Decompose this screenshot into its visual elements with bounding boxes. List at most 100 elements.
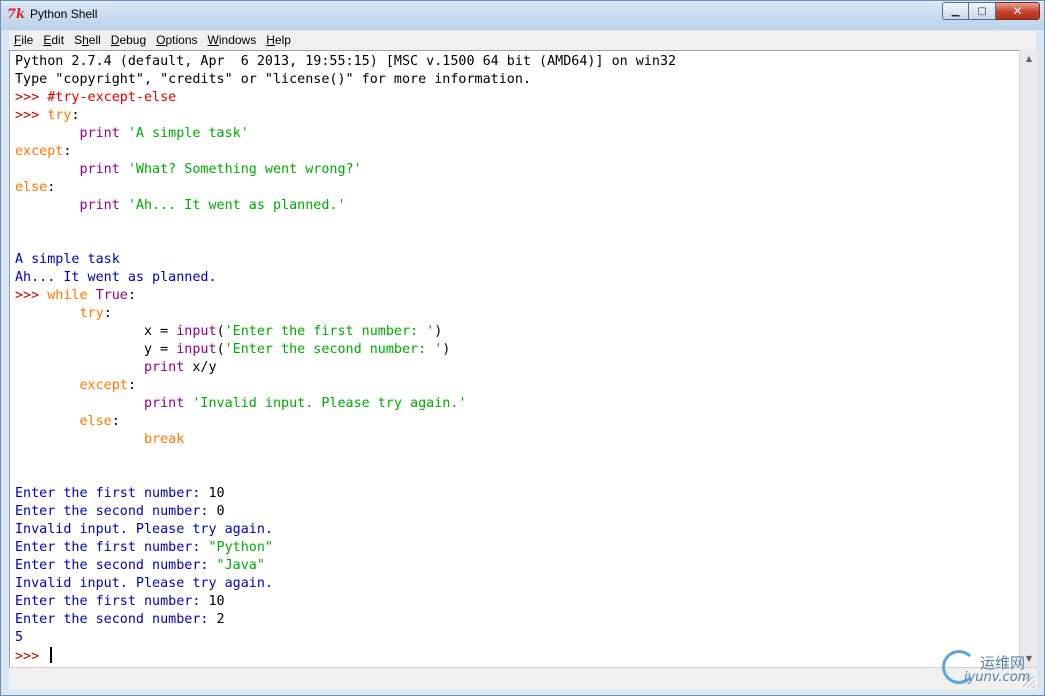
shell-line: Enter the second number: 0	[15, 503, 676, 521]
shell-line: A simple task	[15, 251, 676, 269]
close-button[interactable]: ✕	[996, 2, 1040, 20]
shell-token: 'A simple task'	[127, 126, 249, 141]
minimize-icon: ▁	[951, 5, 960, 17]
shell-token: A simple task	[15, 252, 120, 267]
shell-token: else	[79, 414, 112, 429]
shell-token	[15, 396, 144, 411]
menu-item-label-part: S	[74, 33, 83, 47]
shell-token	[88, 288, 96, 303]
watermark-en-text: iyunv.com	[964, 670, 1031, 685]
minimize-button[interactable]: ▁	[942, 2, 969, 20]
shell-token: 0	[216, 504, 225, 519]
shell-token: print	[79, 162, 120, 177]
shell-token	[15, 378, 80, 393]
shell-token: Enter the second number:	[15, 504, 217, 519]
window-title: Python Shell	[30, 7, 98, 21]
shell-token: :	[127, 288, 136, 303]
shell-token: "Python"	[208, 540, 273, 555]
shell-line: print 'Ah... It went as planned.'	[15, 197, 676, 215]
title-bar[interactable]: 7k Python Shell ▁ ▢ ✕	[1, 1, 1044, 30]
shell-token	[15, 432, 144, 447]
maximize-button[interactable]: ▢	[969, 2, 996, 20]
menu-item-accel: W	[207, 33, 219, 47]
shell-line: Ah... It went as planned.	[15, 269, 676, 287]
shell-line: 5	[15, 629, 676, 647]
menu-item-label-part: ptions	[165, 33, 198, 47]
shell-token: >>>	[15, 90, 48, 105]
shell-token: Enter the second number:	[15, 612, 217, 627]
shell-line: Enter the first number: 10	[15, 485, 676, 503]
menu-item-accel: H	[266, 33, 275, 47]
shell-line: Enter the second number: "Java"	[15, 557, 676, 575]
menu-item[interactable]: Help	[261, 31, 296, 50]
shell-token: 'Ah... It went as planned.'	[127, 198, 346, 213]
shell-token: try	[79, 306, 104, 321]
shell-token: Enter the first number:	[15, 486, 209, 501]
menu-item[interactable]: Options	[151, 31, 202, 50]
shell-line: try:	[15, 305, 676, 323]
tk-app-icon: 7k	[7, 7, 26, 22]
shell-token: Ah... It went as planned.	[15, 270, 217, 285]
shell-token: :	[63, 144, 72, 159]
shell-token	[120, 198, 128, 213]
shell-line: print 'What? Something went wrong?'	[15, 161, 676, 179]
shell-token: input	[176, 324, 217, 339]
menu-item[interactable]: Edit	[38, 31, 69, 50]
shell-line: print x/y	[15, 359, 676, 377]
shell-token: x =	[15, 324, 177, 339]
shell-token: >>>	[15, 288, 48, 303]
shell-line: except:	[15, 377, 676, 395]
menu-item[interactable]: Windows	[203, 31, 262, 50]
shell-token: )	[434, 324, 443, 339]
shell-token: print	[144, 396, 185, 411]
shell-line: Type "copyright", "credits" or "license(…	[15, 71, 676, 89]
menu-item-accel: h	[82, 33, 89, 47]
shell-token	[15, 306, 80, 321]
menu-item[interactable]: Debug	[106, 31, 151, 50]
shell-token: 'Enter the first number: '	[224, 324, 435, 339]
shell-line: Invalid input. Please try again.	[15, 575, 676, 593]
menu-item-label-part: ell	[88, 33, 101, 47]
shell-token: >>>	[15, 108, 48, 123]
shell-token: x/y	[184, 360, 217, 375]
menu-item[interactable]: Shell	[69, 31, 106, 50]
scroll-up-arrow-icon[interactable]: ▲	[1020, 50, 1038, 67]
shell-token: input	[176, 342, 217, 357]
shell-token: while	[47, 288, 88, 303]
shell-line: except:	[15, 143, 676, 161]
shell-token: y =	[15, 342, 177, 357]
text-cursor	[50, 647, 53, 663]
shell-line: else:	[15, 179, 676, 197]
shell-token: except	[15, 144, 64, 159]
shell-token: 5	[15, 630, 24, 645]
shell-line: Enter the second number: 2	[15, 611, 676, 629]
python-shell-window: 7k Python Shell ▁ ▢ ✕ File Edit Shell Debug…	[0, 0, 1045, 696]
shell-token	[15, 414, 80, 429]
shell-token: Enter the first number:	[15, 594, 209, 609]
shell-token: #try-except-else	[47, 90, 177, 105]
shell-text-area[interactable]: Python 2.7.4 (default, Apr 6 2013, 19:55…	[9, 50, 1020, 668]
status-bar	[9, 667, 1037, 690]
shell-line: x = input('Enter the first number: ')	[15, 323, 676, 341]
shell-token: print	[79, 198, 120, 213]
shell-token: print	[79, 126, 120, 141]
vertical-scrollbar[interactable]: ▲ ▼	[1019, 50, 1038, 667]
shell-token: Invalid input. Please try again.	[15, 522, 273, 537]
shell-token	[15, 162, 80, 177]
menu-item[interactable]: File	[9, 31, 38, 50]
shell-line: print 'A simple task'	[15, 125, 676, 143]
shell-token: 2	[216, 612, 225, 627]
shell-token: else	[15, 180, 48, 195]
shell-line: print 'Invalid input. Please try again.'	[15, 395, 676, 413]
close-icon: ✕	[1012, 4, 1023, 18]
menu-item-label-part: ebug	[119, 33, 147, 47]
shell-token: Invalid input. Please try again.	[15, 576, 273, 591]
menu-bar: File Edit Shell Debug Options Windows Help	[9, 31, 1036, 50]
shell-token: 10	[208, 486, 225, 501]
menu-item-label-part: ile	[21, 33, 34, 47]
shell-token: Enter the first number:	[15, 540, 209, 555]
